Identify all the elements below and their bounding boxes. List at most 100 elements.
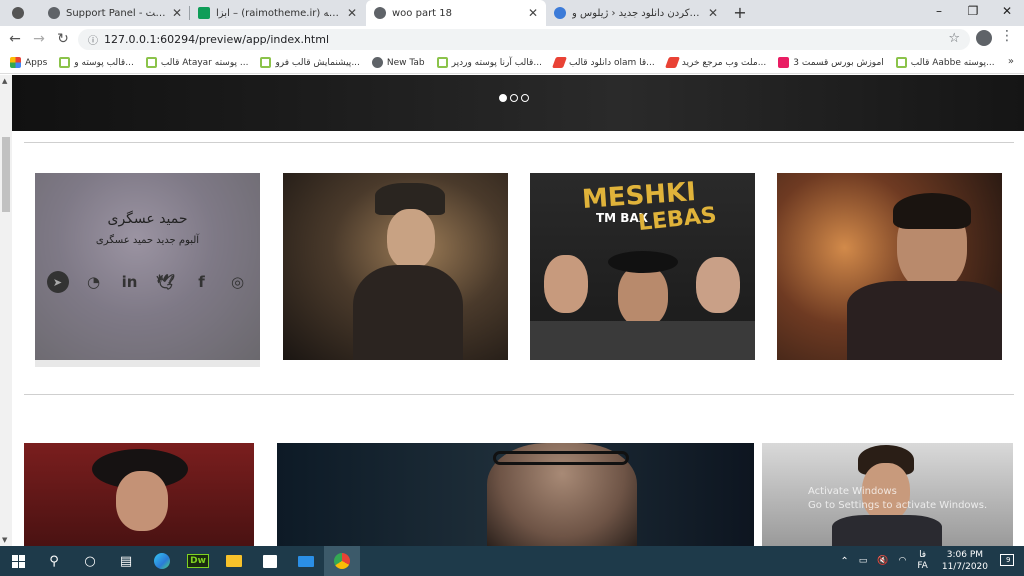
volume-muted-icon[interactable]: 🔇 <box>877 556 888 566</box>
r-icon <box>895 57 907 68</box>
bookmark-new-tab[interactable]: New Tab <box>371 57 425 68</box>
cortana-icon[interactable]: ○ <box>72 546 108 576</box>
system-tray: ⌃ ▭ 🔇 ◠ فا FA 3:06 PM 11/7/2020 9 <box>835 546 1024 576</box>
bookmark-item[interactable]: قالب Aabbe پوسته... <box>895 57 995 68</box>
bodies-shape <box>530 321 755 360</box>
bookmark-item[interactable]: قالب آرنا پوسته وردپر... <box>436 57 542 68</box>
kebab-menu-icon[interactable]: ⋮ <box>1000 28 1014 44</box>
artist-card-5[interactable] <box>24 443 254 546</box>
face-shape <box>696 257 740 313</box>
artist-card-2[interactable] <box>283 173 508 360</box>
tab-woo-part-18[interactable]: woo part 18 ✕ <box>366 0 546 26</box>
artist-card-overlay: حمید عسگری آلبوم جدید حمید عسگری ➤ ◔ in … <box>35 173 260 360</box>
store-icon[interactable] <box>252 546 288 576</box>
battery-icon[interactable]: ▭ <box>859 556 868 566</box>
mail-icon[interactable] <box>288 546 324 576</box>
watermark-title: Activate Windows <box>808 486 897 497</box>
bookmark-item[interactable]: اموزش بورس قسمت 3 <box>778 57 884 68</box>
artist-card-poster[interactable]: MESHKI TM BAX LEBAS <box>530 173 755 360</box>
language-sub: FA <box>917 561 928 571</box>
bookmark-star-icon[interactable]: ☆ <box>948 31 960 46</box>
facebook-icon[interactable]: f <box>191 271 213 293</box>
instagram-icon[interactable]: ◎ <box>227 271 249 293</box>
globe-icon <box>374 7 386 19</box>
tab-title: woo part 18 <box>392 7 453 19</box>
telegram-icon[interactable]: ➤ <box>46 271 69 293</box>
forward-icon[interactable]: → <box>30 30 48 48</box>
whatsapp-icon[interactable]: ◔ <box>83 271 105 293</box>
close-icon[interactable]: ✕ <box>528 6 538 20</box>
dreamweaver-icon[interactable]: Dw <box>180 546 216 576</box>
bookmark-label: قالب Aabbe پوسته... <box>910 57 995 68</box>
hair-shape <box>893 193 971 229</box>
close-icon[interactable]: ✕ <box>172 6 182 20</box>
bookmark-label: ملت وب مرجع خرید... <box>681 57 767 68</box>
social-links: ➤ ◔ in 🕊 f ◎ <box>35 271 260 293</box>
scroll-down-icon[interactable]: ▼ <box>2 536 7 544</box>
bookmark-item[interactable]: پیشنمایش قالب فرو... <box>260 57 360 68</box>
restore-button[interactable]: ❐ <box>956 0 990 22</box>
bookmarks-overflow-button[interactable]: » <box>1008 56 1014 67</box>
artist-card-6[interactable] <box>277 443 754 546</box>
globe-icon <box>371 57 383 68</box>
bookmark-item[interactable]: قالب Atayar پوسته ... <box>145 57 249 68</box>
minimize-button[interactable]: – <box>922 0 956 22</box>
bookmark-item[interactable]: دانلود قالب olam قا... <box>551 57 655 68</box>
face-shape <box>618 265 668 327</box>
clock[interactable]: 3:06 PM 11/7/2020 <box>942 549 988 573</box>
profile-avatar-icon[interactable] <box>976 30 992 46</box>
wifi-icon[interactable]: ◠ <box>898 556 906 566</box>
slider-dot-3[interactable] <box>521 94 529 102</box>
zigzag-icon <box>551 57 567 68</box>
wp-icon <box>554 7 566 19</box>
r-icon <box>436 57 448 68</box>
twitter-icon[interactable]: 🕊 <box>155 271 177 293</box>
bookmark-label: New Tab <box>386 57 425 68</box>
clock-date: 11/7/2020 <box>941 562 988 572</box>
vertical-scrollbar[interactable]: ▲ ▼ <box>0 75 12 546</box>
chrome-icon[interactable] <box>12 7 24 19</box>
close-icon[interactable]: ✕ <box>347 6 357 20</box>
notification-icon[interactable]: 9 <box>1000 553 1014 569</box>
file-explorer-icon[interactable] <box>216 546 252 576</box>
bookmark-label: قالب آرنا پوسته وردپر... <box>451 57 542 68</box>
back-icon[interactable]: ← <box>6 30 24 48</box>
close-window-button[interactable]: ✕ <box>990 0 1024 22</box>
slider-dot-2[interactable] <box>510 94 518 102</box>
address-bar[interactable]: ⓘ 127.0.0.1:60294/preview/app/index.html… <box>78 29 970 50</box>
face-shape <box>387 209 435 269</box>
linkedin-icon[interactable]: in <box>119 271 141 293</box>
search-icon[interactable]: ⚲ <box>36 546 72 576</box>
scroll-up-icon[interactable]: ▲ <box>2 77 7 85</box>
tab-raimotheme[interactable]: ابزا – (raimotheme.ir) نمایش دامنه ✕ <box>190 0 365 26</box>
bookmark-label: قالب پوسته و... <box>74 57 134 68</box>
slider-dots <box>499 94 529 102</box>
edge-icon[interactable] <box>144 546 180 576</box>
tab-add-download[interactable]: اضافه کردن دانلود جدید ‹ ژیلوس و ✕ <box>546 0 726 26</box>
bookmark-item[interactable]: ملت وب مرجع خرید... <box>664 57 767 68</box>
language-indicator[interactable]: فا FA <box>917 550 928 572</box>
chrome-icon[interactable] <box>324 546 360 576</box>
page-viewport: ▲ ▼ حمید عسگری آلبوم جدید حمید عسگری ➤ ◔… <box>0 75 1024 546</box>
r-icon <box>59 57 71 68</box>
bookmark-item[interactable]: قالب پوسته و... <box>59 57 134 68</box>
close-icon[interactable]: ✕ <box>708 6 718 20</box>
scrollbar-thumb[interactable] <box>2 137 10 212</box>
jacket-shape <box>832 515 942 546</box>
info-icon[interactable]: ⓘ <box>88 32 98 47</box>
tab-support-panel[interactable]: Support Panel - مشاهده تیکت ✕ <box>40 0 190 26</box>
card-footer-strip <box>35 360 260 367</box>
glasses-shape <box>493 451 629 465</box>
windows-start-icon[interactable] <box>0 546 36 576</box>
reload-icon[interactable]: ↻ <box>54 30 72 48</box>
artist-card-4[interactable] <box>777 173 1002 360</box>
address-text: 127.0.0.1:60294/preview/app/index.html <box>104 33 330 46</box>
chevron-up-icon[interactable]: ⌃ <box>840 556 848 567</box>
new-tab-button[interactable]: + <box>730 3 750 23</box>
slider-dot-1[interactable] <box>499 94 507 102</box>
face-shape <box>116 471 168 531</box>
bookmark-apps[interactable]: Apps <box>10 57 47 68</box>
bookmark-label: قالب Atayar پوسته ... <box>160 57 249 68</box>
hat-shape <box>608 251 678 273</box>
task-view-icon[interactable]: ▤ <box>108 546 144 576</box>
